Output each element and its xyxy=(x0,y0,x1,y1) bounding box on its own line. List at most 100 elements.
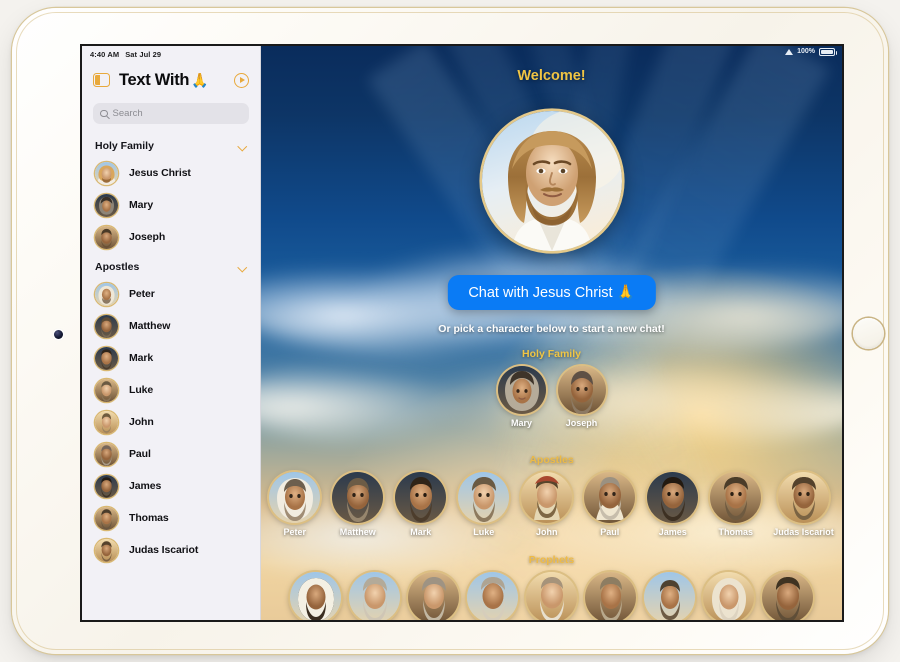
prophet-avatar-1[interactable] xyxy=(290,572,341,620)
avatar xyxy=(269,472,321,523)
sidebar: 4:40 AM Sat Jul 29 Text With 🙏 Search Ho… xyxy=(82,46,261,620)
avatar xyxy=(349,572,400,620)
character-mary[interactable]: Mary xyxy=(497,366,546,428)
sidebar-list[interactable]: Holy Family Jesus Christ Mary Joseph Apo… xyxy=(82,132,260,620)
wifi-icon xyxy=(785,48,794,55)
character-row: Mary Joseph xyxy=(261,366,842,428)
sidebar-item-label: Paul xyxy=(129,448,151,460)
avatar xyxy=(710,472,762,523)
home-button[interactable] xyxy=(853,318,884,349)
section-apostles: Apostles Peter Matthew Mark Luke John Pa… xyxy=(261,454,842,537)
prophet-avatar-9[interactable] xyxy=(762,572,813,620)
sidebar-group-title: Apostles xyxy=(95,261,140,273)
prophet-avatar-6[interactable] xyxy=(585,572,636,620)
character-mark[interactable]: Mark xyxy=(395,472,447,537)
avatar xyxy=(95,314,118,338)
character-thomas[interactable]: Thomas xyxy=(710,472,762,537)
character-peter[interactable]: Peter xyxy=(269,472,321,537)
character-label: Joseph xyxy=(565,418,598,428)
avatar xyxy=(644,572,695,620)
sidebar-item-paul[interactable]: Paul xyxy=(82,438,260,470)
character-row: Peter Matthew Mark Luke John Paul James … xyxy=(261,472,842,537)
section-label: Holy Family xyxy=(522,348,581,360)
sidebar-item-label: John xyxy=(129,416,154,428)
prophet-avatar-4[interactable] xyxy=(467,572,518,620)
sidebar-item-mary[interactable]: Mary xyxy=(82,189,260,221)
avatar xyxy=(95,474,118,498)
avatar xyxy=(647,472,699,523)
sidebar-item-james[interactable]: James xyxy=(82,470,260,502)
character-luke[interactable]: Luke xyxy=(458,472,510,537)
sidebar-item-label: Matthew xyxy=(129,320,171,332)
avatar xyxy=(95,193,118,217)
avatar xyxy=(467,572,518,620)
sidebar-item-label: Mark xyxy=(129,352,154,364)
avatar xyxy=(521,472,573,523)
sidebar-item-label: Mary xyxy=(129,199,154,211)
character-label: Thomas xyxy=(718,527,753,537)
avatar xyxy=(95,378,118,402)
prophet-avatar-3[interactable] xyxy=(408,572,459,620)
app-title-text: Text With xyxy=(119,70,190,89)
character-john[interactable]: John xyxy=(521,472,573,537)
character-label: Paul xyxy=(600,527,620,537)
pick-character-hint: Or pick a character below to start a new… xyxy=(438,323,665,335)
sidebar-item-judas-iscariot[interactable]: Judas Iscariot xyxy=(82,534,260,566)
sidebar-item-joseph[interactable]: Joseph xyxy=(82,221,260,253)
prophet-avatar-8[interactable] xyxy=(703,572,754,620)
sidebar-item-thomas[interactable]: Thomas xyxy=(82,502,260,534)
avatar xyxy=(332,472,384,523)
avatar xyxy=(526,572,577,620)
avatar xyxy=(95,442,118,466)
avatar xyxy=(584,472,636,523)
sidebar-item-label: James xyxy=(129,480,162,492)
character-james[interactable]: James xyxy=(647,472,699,537)
app-title: Text With 🙏 xyxy=(119,70,209,90)
sidebar-item-label: Joseph xyxy=(129,231,166,243)
front-camera xyxy=(54,330,63,339)
character-label: Peter xyxy=(283,527,306,537)
character-label: John xyxy=(535,527,558,537)
sidebar-item-mark[interactable]: Mark xyxy=(82,342,260,374)
play-circle-icon[interactable] xyxy=(234,72,249,88)
welcome-pane: 100% Welcome! Chat with Jesus Christ 🙏 O… xyxy=(261,46,842,620)
status-bar-time: 4:40 AM xyxy=(90,50,120,59)
tablet-device-frame: 4:40 AM Sat Jul 29 Text With 🙏 Search Ho… xyxy=(12,8,888,654)
sidebar-item-luke[interactable]: Luke xyxy=(82,374,260,406)
search-input[interactable]: Search xyxy=(93,103,249,124)
sidebar-item-jesus-christ[interactable]: Jesus Christ xyxy=(82,157,260,189)
hero-avatar-jesus[interactable] xyxy=(481,111,622,251)
avatar xyxy=(95,506,118,530)
chat-with-jesus-button[interactable]: Chat with Jesus Christ 🙏 xyxy=(447,275,656,310)
chevron-down-icon[interactable] xyxy=(239,142,247,150)
avatar xyxy=(497,366,546,414)
sidebar-group-header-holy-family[interactable]: Holy Family xyxy=(82,132,260,157)
prophet-avatar-5[interactable] xyxy=(526,572,577,620)
character-label: Luke xyxy=(473,527,495,537)
prophet-avatar-7[interactable] xyxy=(644,572,695,620)
avatar xyxy=(395,472,447,523)
chevron-down-icon[interactable] xyxy=(239,263,247,271)
character-joseph[interactable]: Joseph xyxy=(557,366,606,428)
battery-percent-label: 100% xyxy=(797,48,815,56)
avatar xyxy=(408,572,459,620)
avatar xyxy=(95,282,118,306)
avatar xyxy=(95,161,118,185)
character-label: Mark xyxy=(410,527,432,537)
sidebar-item-john[interactable]: John xyxy=(82,406,260,438)
sidebar-item-peter[interactable]: Peter xyxy=(82,278,260,310)
sidebar-toggle-icon[interactable] xyxy=(93,73,110,87)
sidebar-item-matthew[interactable]: Matthew xyxy=(82,310,260,342)
section-label: Prophets xyxy=(528,554,575,566)
avatar xyxy=(778,472,829,523)
avatar xyxy=(95,410,118,434)
search-icon xyxy=(100,109,108,118)
prophet-avatar-2[interactable] xyxy=(349,572,400,620)
section-label: Apostles xyxy=(529,454,574,466)
sidebar-group-header-apostles[interactable]: Apostles xyxy=(82,253,260,278)
character-matthew[interactable]: Matthew xyxy=(332,472,384,537)
avatar xyxy=(95,538,118,562)
character-judas-iscariot[interactable]: Judas Iscariot xyxy=(773,472,834,537)
praying-hands-icon: 🙏 xyxy=(191,71,209,88)
character-paul[interactable]: Paul xyxy=(584,472,636,537)
